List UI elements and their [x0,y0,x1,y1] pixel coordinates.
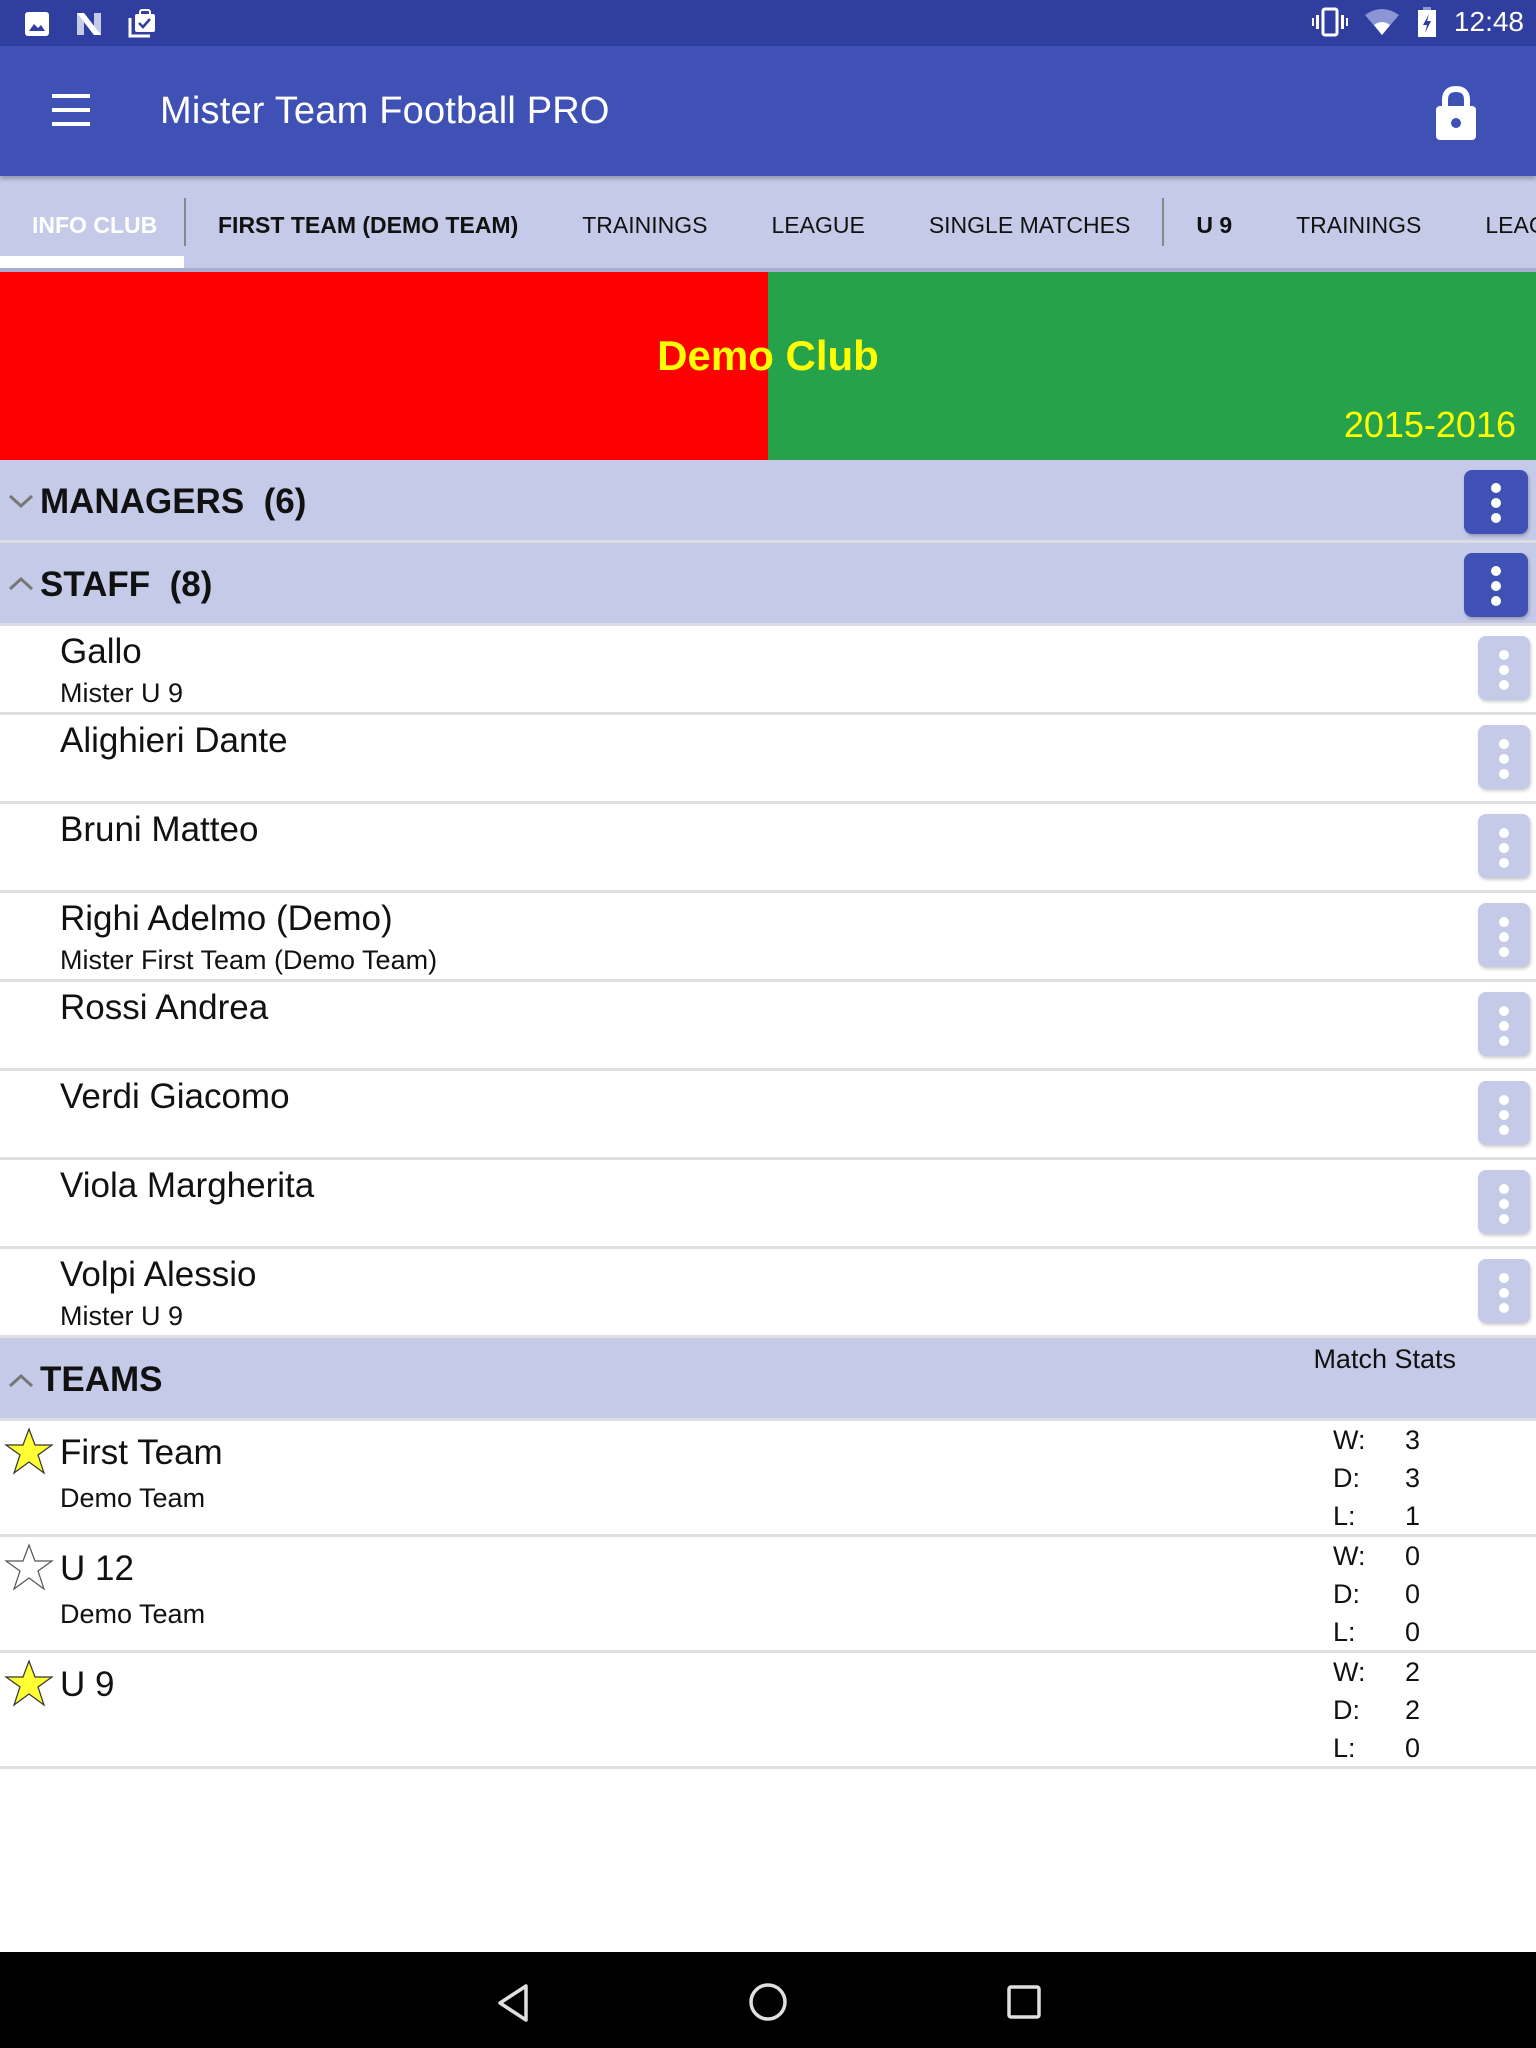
task-check-icon [128,9,155,38]
club-name: Demo Club [657,332,879,379]
battery-charging-icon [1417,7,1436,37]
team-list-item[interactable]: U 12 Demo Team W: 0 D: 0 L: 0 [0,1537,1536,1653]
stat-label: D: [1333,1579,1360,1609]
hamburger-menu-icon[interactable] [40,92,104,132]
tab-first-team-trainings[interactable]: TRAININGS [550,176,739,268]
team-stats: W: 2 D: 2 L: 0 [1333,1653,1420,1767]
vibrate-icon [1311,7,1348,37]
team-subtitle: Demo Team [60,1599,206,1629]
stat-label: L: [1333,1501,1356,1531]
stat-label: W: [1333,1425,1366,1455]
match-stats-label: Match Stats [1313,1344,1456,1374]
team-list-item[interactable]: First Team Demo Team W: 3 D: 3 L: 1 [0,1421,1536,1537]
staff-more-button[interactable] [1464,553,1528,617]
staff-list-item[interactable]: Righi Adelmo (Demo) Mister First Team (D… [0,893,1536,982]
staff-name: Gallo [60,632,142,671]
staff-more-button[interactable] [1478,814,1530,878]
tab-bar: INFO CLUB FIRST TEAM (DEMO TEAM) TRAININ… [0,176,1536,272]
staff-name: Alighieri Dante [60,721,288,760]
back-icon[interactable] [484,1974,540,2030]
clock: 12:48 [1453,6,1524,37]
staff-more-button[interactable] [1478,903,1530,967]
wifi-icon [1364,9,1399,35]
team-name: U 9 [60,1665,115,1704]
teams-section-header[interactable]: TEAMS Match Stats [0,1338,1536,1421]
draws-value: 2 [1405,1695,1421,1725]
staff-more-button[interactable] [1478,636,1530,700]
team-subtitle: Demo Team [60,1483,206,1513]
staff-list-item[interactable]: Bruni Matteo [0,804,1536,893]
staff-list-item[interactable]: Viola Margherita [0,1160,1536,1249]
team-stats: W: 0 D: 0 L: 0 [1333,1537,1420,1651]
staff-more-button[interactable] [1478,725,1530,789]
staff-name: Viola Margherita [60,1166,315,1205]
app-title: Mister Team Football PRO [160,90,610,132]
draws-value: 3 [1405,1463,1421,1493]
team-stats: W: 3 D: 3 L: 1 [1333,1421,1420,1535]
staff-role: Mister U 9 [60,678,184,708]
n-logo-icon [77,13,101,35]
star-outline-icon[interactable] [4,1543,54,1591]
status-bar: 12:48 [0,0,1536,46]
staff-role: Mister First Team (Demo Team) [60,945,438,975]
staff-name: Verdi Giacomo [60,1077,290,1116]
image-icon [25,12,49,36]
staff-list-item[interactable]: Rossi Andrea [0,982,1536,1071]
chevron-up-icon [8,576,34,591]
season-label: 2015-2016 [1343,404,1516,445]
tab-first-team-single-matches[interactable]: SINGLE MATCHES [897,176,1163,268]
staff-more-button[interactable] [1478,1259,1530,1323]
home-icon[interactable] [740,1974,796,2030]
tab-first-team-league[interactable]: LEAGUE [739,176,896,268]
stat-label: W: [1333,1657,1366,1687]
staff-list-item[interactable]: Volpi Alessio Mister U 9 [0,1249,1536,1338]
teams-title: TEAMS [40,1360,163,1399]
app-bar: Mister Team Football PRO [0,46,1536,176]
star-filled-icon[interactable] [4,1427,54,1475]
tab-u9[interactable]: U 9 [1164,176,1264,268]
losses-value: 1 [1405,1501,1421,1531]
losses-value: 0 [1405,1617,1421,1647]
stat-label: W: [1333,1541,1366,1571]
wins-value: 2 [1405,1657,1421,1687]
wins-value: 3 [1405,1425,1421,1455]
staff-section-header[interactable]: STAFF (8) [0,543,1536,626]
stat-label: D: [1333,1695,1360,1725]
staff-name: Righi Adelmo (Demo) [60,899,393,938]
team-list-item[interactable]: U 9 W: 2 D: 2 L: 0 [0,1653,1536,1769]
tab-u9-trainings[interactable]: TRAININGS [1264,176,1453,268]
staff-more-button[interactable] [1478,1170,1530,1234]
staff-list-item[interactable]: Gallo Mister U 9 [0,626,1536,715]
staff-name: Volpi Alessio [60,1255,257,1294]
tab-u9-league[interactable]: LEAGUE [1453,176,1536,268]
chevron-down-icon [8,494,34,509]
chevron-up-icon [8,1373,34,1388]
lock-icon[interactable] [1426,82,1486,142]
staff-role: Mister U 9 [60,1301,184,1331]
managers-section-header[interactable]: MANAGERS (6) [0,460,1536,543]
wins-value: 0 [1405,1541,1421,1571]
club-banner: Demo Club 2015-2016 [0,272,1536,460]
staff-list-item[interactable]: Verdi Giacomo [0,1071,1536,1160]
stat-label: L: [1333,1617,1356,1647]
stat-label: D: [1333,1463,1360,1493]
stat-label: L: [1333,1733,1356,1763]
staff-more-button[interactable] [1478,992,1530,1056]
losses-value: 0 [1405,1733,1421,1763]
staff-list-item[interactable]: Alighieri Dante [0,715,1536,804]
managers-title: MANAGERS (6) [40,482,307,521]
staff-name: Rossi Andrea [60,988,269,1027]
staff-title: STAFF (8) [40,565,213,604]
team-name: First Team [60,1433,223,1472]
system-nav-bar [0,1952,1536,2048]
staff-more-button[interactable] [1478,1081,1530,1145]
managers-more-button[interactable] [1464,470,1528,534]
tab-info-club[interactable]: INFO CLUB [0,176,184,268]
tab-first-team[interactable]: FIRST TEAM (DEMO TEAM) [186,176,550,268]
staff-name: Bruni Matteo [60,810,259,849]
draws-value: 0 [1405,1579,1421,1609]
star-filled-icon[interactable] [4,1659,54,1707]
recents-icon[interactable] [996,1974,1052,2030]
team-name: U 12 [60,1549,134,1588]
